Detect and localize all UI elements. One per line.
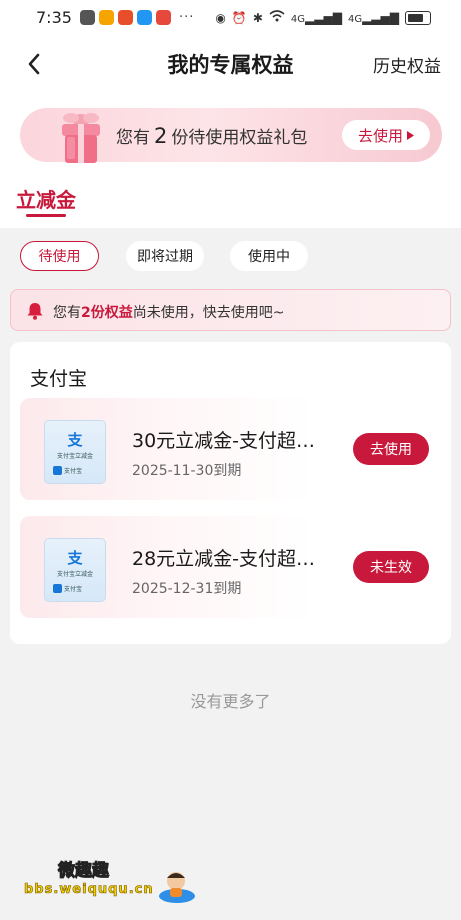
coupon-not-active-button[interactable]: 未生效 bbox=[353, 551, 429, 583]
coupon-item[interactable]: 支 支付宝立减金 支付宝 30元立减金-支付超… 2025-11-30到期 去使… bbox=[20, 398, 441, 500]
status-app-icons: ··· bbox=[80, 10, 194, 25]
alarm-icon: ⏰ bbox=[231, 10, 247, 25]
status-more: ··· bbox=[179, 10, 195, 25]
banner-suffix: 份待使用权益礼包 bbox=[171, 128, 308, 148]
mascot-icon bbox=[159, 872, 195, 903]
notification-app-icon bbox=[80, 10, 95, 25]
tab-active-indicator bbox=[26, 214, 66, 217]
tab-instant-discount[interactable]: 立减金 bbox=[16, 184, 76, 213]
notice-highlight: 2份权益 bbox=[81, 305, 133, 321]
notice-prefix: 您有 bbox=[53, 305, 81, 321]
status-indicators: ◉ ⏰ ✱ 4G▂▃▅▇ 4G▂▃▅▇ bbox=[215, 10, 431, 25]
watermark-url: bbs.weiququ.cn bbox=[24, 882, 154, 898]
filter-expiring[interactable]: 即将过期 bbox=[126, 241, 204, 271]
coupon-expiry: 2025-12-31到期 bbox=[132, 581, 242, 597]
gift-box-icon bbox=[62, 113, 100, 163]
card-title: 支付宝 bbox=[30, 368, 88, 390]
coupon-thumbnail: 支 支付宝立减金 支付宝 bbox=[44, 420, 106, 484]
banner-use-label: 去使用 bbox=[357, 126, 403, 145]
status-bar: 7:35 ··· ◉ ⏰ ✱ 4G▂▃▅▇ 4G▂▃▅▇ bbox=[0, 0, 461, 36]
banner-prefix: 您有 bbox=[116, 128, 150, 148]
battery-icon bbox=[405, 10, 431, 25]
no-more-text: 没有更多了 bbox=[190, 692, 271, 711]
alipay-logo-icon: 支 bbox=[67, 549, 83, 567]
filter-pending[interactable]: 待使用 bbox=[20, 241, 99, 271]
watermark-title: 微趣趣 bbox=[58, 861, 110, 882]
alipay-coupon-card: 支付宝 支 支付宝立减金 支付宝 30元立减金-支付超… 2025-11-30到… bbox=[10, 342, 451, 644]
gift-banner[interactable]: 您有 2 份待使用权益礼包 去使用 bbox=[20, 108, 442, 163]
coupon-use-button[interactable]: 去使用 bbox=[353, 433, 429, 465]
thumbnail-caption: 支付宝立减金 bbox=[56, 571, 93, 578]
coupon-expiry: 2025-11-30到期 bbox=[132, 463, 242, 479]
banner-section: 您有 2 份待使用权益礼包 去使用 立减金 bbox=[0, 92, 461, 228]
watermark: 微趣趣 bbs.weiququ.cn bbox=[6, 846, 206, 918]
status-time: 7:35 bbox=[36, 8, 72, 27]
thumbnail-caption: 支付宝立减金 bbox=[56, 453, 93, 460]
alipay-mini-icon bbox=[53, 584, 62, 593]
triangle-right-icon bbox=[407, 130, 414, 140]
history-benefits-link[interactable]: 历史权益 bbox=[373, 52, 441, 77]
thumbnail-brand: 支付宝 bbox=[64, 468, 83, 475]
page-header: 我的专属权益 历史权益 bbox=[0, 36, 461, 92]
alipay-mini-icon bbox=[53, 466, 62, 475]
signal-icon: 4G▂▃▅▇ bbox=[347, 10, 399, 25]
filter-in-use[interactable]: 使用中 bbox=[230, 241, 308, 271]
alipay-logo-icon: 支 bbox=[67, 431, 83, 449]
thumbnail-brand: 支付宝 bbox=[64, 586, 83, 593]
notification-app-icon bbox=[156, 10, 171, 25]
notification-app-icon bbox=[118, 10, 133, 25]
eye-icon: ◉ bbox=[215, 10, 226, 25]
notice-suffix: 尚未使用，快去使用吧~ bbox=[132, 305, 285, 321]
coupon-name: 28元立减金-支付超… bbox=[132, 548, 316, 570]
banner-message: 您有 2 份待使用权益礼包 bbox=[116, 123, 307, 148]
banner-use-button[interactable]: 去使用 bbox=[342, 120, 430, 150]
notification-app-icon bbox=[99, 10, 114, 25]
banner-count: 2 bbox=[154, 124, 168, 148]
coupon-thumbnail: 支 支付宝立减金 支付宝 bbox=[44, 538, 106, 602]
wifi-icon bbox=[269, 10, 285, 25]
signal-label: 4G bbox=[347, 13, 363, 25]
notification-app-icon bbox=[137, 10, 152, 25]
coupon-item[interactable]: 支 支付宝立减金 支付宝 28元立减金-支付超… 2025-12-31到期 未生… bbox=[20, 516, 441, 618]
signal-label: 4G bbox=[290, 13, 306, 25]
bluetooth-icon: ✱ bbox=[252, 10, 263, 25]
unused-notice: 您有2份权益尚未使用，快去使用吧~ bbox=[10, 289, 451, 331]
coupon-name: 30元立减金-支付超… bbox=[132, 430, 316, 452]
signal-icon: 4G▂▃▅▇ bbox=[290, 10, 342, 25]
notice-text: 您有2份权益尚未使用，快去使用吧~ bbox=[53, 302, 284, 322]
bell-icon bbox=[27, 303, 43, 320]
